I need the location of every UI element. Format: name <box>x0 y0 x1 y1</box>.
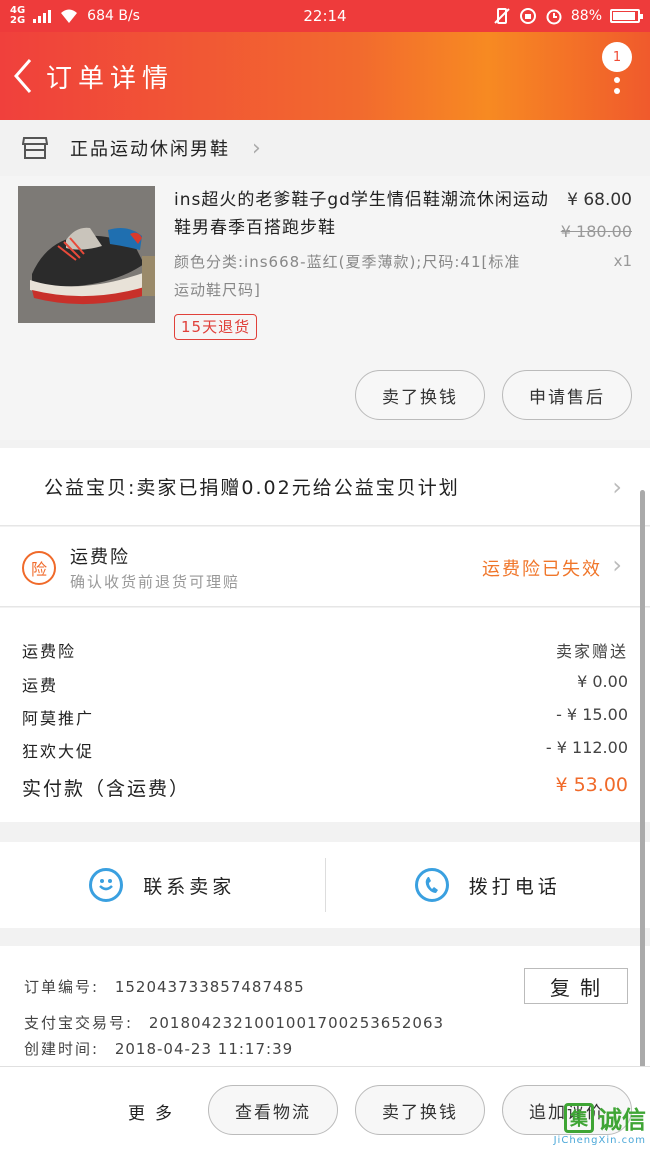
battery-percent: 88% <box>570 8 602 24</box>
insurance-status: 运费险已失效 <box>482 559 602 580</box>
created-time-value: 2018-04-23 11:17:39 <box>114 1040 294 1058</box>
total-paid-label: 实付款（含运费） <box>22 778 191 800</box>
app-header: 订单详情 1 <box>0 32 650 120</box>
more-dot-icon <box>614 88 620 94</box>
back-arrow-icon <box>14 59 32 93</box>
product-original-price: ¥ 180.00 <box>560 222 632 241</box>
network-bottom-label: 2G <box>10 15 26 26</box>
copy-button[interactable]: 复制 <box>524 968 628 1004</box>
product-image[interactable] <box>18 186 155 323</box>
chat-smile-icon <box>89 868 124 902</box>
summary-value: 卖家赠送 <box>555 642 628 661</box>
page-title: 订单详情 <box>46 63 175 94</box>
charity-row[interactable]: 公益宝贝:卖家已捐赠0.02元给公益宝贝计划 › <box>0 448 650 526</box>
contact-bar: 联系卖家 拨打电话 <box>0 842 650 928</box>
summary-row: 狂欢大促 - ¥ 112.00 <box>22 738 628 762</box>
order-number-label: 订单编号: <box>24 978 100 996</box>
summary-label: 狂欢大促 <box>22 742 95 761</box>
wifi-icon <box>61 9 78 23</box>
watermark-logo: 集 诚信 <box>564 1100 646 1135</box>
summary-row: 运费险 卖家赠送 <box>22 638 628 662</box>
insurance-icon: 险 <box>22 551 56 585</box>
watermark-box-char: 集 <box>564 1102 594 1133</box>
network-indicator: 4G 2G <box>10 6 25 26</box>
signal-icon <box>33 9 52 23</box>
order-number-value: 152043733857487485 <box>114 978 305 996</box>
message-badge: 1 <box>602 42 632 72</box>
sell-item-bottom-button[interactable]: 卖了换钱 <box>355 1085 485 1135</box>
product-card[interactable]: ins超火的老爹鞋子gd学生情侣鞋潮流休闲运动鞋男春季百搭跑步鞋 颜色分类:in… <box>0 176 650 440</box>
shop-row[interactable]: 正品运动休闲男鞋 › <box>0 120 650 176</box>
status-bar: 4G 2G 684 B/s 22:14 88% <box>0 0 650 32</box>
phone-icon <box>414 868 449 902</box>
created-time-row: 创建时间: 2018-04-23 11:17:39 <box>24 1038 293 1059</box>
summary-value: ¥ 0.00 <box>577 672 628 691</box>
order-number-row: 订单编号: 152043733857487485 <box>24 976 305 997</box>
more-actions-link[interactable]: 更多 <box>128 1099 182 1124</box>
insurance-title: 运费险 <box>70 547 130 568</box>
after-sale-button[interactable]: 申请售后 <box>502 370 632 420</box>
product-price: ¥ 68.00 <box>567 190 632 210</box>
contact-seller-button[interactable]: 联系卖家 <box>0 842 325 928</box>
back-button[interactable] <box>0 32 46 120</box>
summary-row: 运费 ¥ 0.00 <box>22 672 628 696</box>
battery-icon <box>610 9 643 23</box>
created-time-label: 创建时间: <box>24 1040 100 1058</box>
alarm-icon <box>546 9 562 25</box>
summary-label: 运费险 <box>22 642 77 661</box>
summary-label: 阿莫推广 <box>22 709 95 728</box>
network-speed: 684 B/s <box>87 8 140 24</box>
contact-seller-label: 联系卖家 <box>143 875 236 898</box>
summary-label: 运费 <box>22 676 59 695</box>
chevron-right-icon: › <box>612 551 622 579</box>
alipay-number-label: 支付宝交易号: <box>24 1014 134 1032</box>
charity-text: 公益宝贝:卖家已捐赠0.02元给公益宝贝计划 <box>44 477 460 499</box>
alipay-number-row: 支付宝交易号: 2018042321001001700253652063 <box>24 1012 444 1033</box>
summary-value: - ¥ 112.00 <box>545 738 628 757</box>
chevron-right-icon: › <box>252 135 261 161</box>
rotation-lock-icon <box>519 8 536 24</box>
order-info: 订单编号: 152043733857487485 复制 支付宝交易号: 2018… <box>0 946 650 1066</box>
price-summary: 运费险 卖家赠送 运费 ¥ 0.00 阿莫推广 - ¥ 15.00 狂欢大促 -… <box>0 608 650 822</box>
insurance-subtitle: 确认收货前退货可理赔 <box>70 573 241 591</box>
scrollbar[interactable] <box>640 490 645 1070</box>
summary-value: - ¥ 15.00 <box>556 705 628 724</box>
call-phone-label: 拨打电话 <box>468 875 561 898</box>
shop-icon <box>22 137 48 159</box>
chevron-right-icon: › <box>612 472 622 501</box>
vibrate-icon <box>494 8 510 24</box>
more-dot-icon <box>614 77 620 83</box>
call-phone-button[interactable]: 拨打电话 <box>326 842 650 928</box>
product-quantity: x1 <box>613 252 632 270</box>
summary-row: 阿莫推广 - ¥ 15.00 <box>22 705 628 729</box>
shipping-insurance-row[interactable]: 险 运费险 确认收货前退货可理赔 运费险已失效 › <box>0 527 650 607</box>
product-spec: 颜色分类:ins668-蓝红(夏季薄款);尺码:41[标准运动鞋尺码] <box>174 253 521 299</box>
watermark-url: JiChengXin.com <box>553 1135 646 1146</box>
return-policy-tag: 15天退货 <box>174 314 258 340</box>
total-paid-row: 实付款（含运费） ¥ 53.00 <box>22 774 628 801</box>
view-logistics-button[interactable]: 查看物流 <box>208 1085 338 1135</box>
shop-name: 正品运动休闲男鞋 <box>70 139 230 160</box>
more-menu-button[interactable]: 1 <box>600 42 634 102</box>
alipay-number-value: 2018042321001001700253652063 <box>148 1014 445 1032</box>
clock: 22:14 <box>303 7 347 25</box>
total-paid-value: ¥ 53.00 <box>555 774 628 796</box>
watermark-main-text: 诚信 <box>598 1106 646 1134</box>
sell-item-button[interactable]: 卖了换钱 <box>355 370 485 420</box>
product-title[interactable]: ins超火的老爹鞋子gd学生情侣鞋潮流休闲运动鞋男春季百搭跑步鞋 <box>174 186 554 242</box>
site-watermark: 集 诚信 JiChengXin.com <box>506 1100 646 1152</box>
